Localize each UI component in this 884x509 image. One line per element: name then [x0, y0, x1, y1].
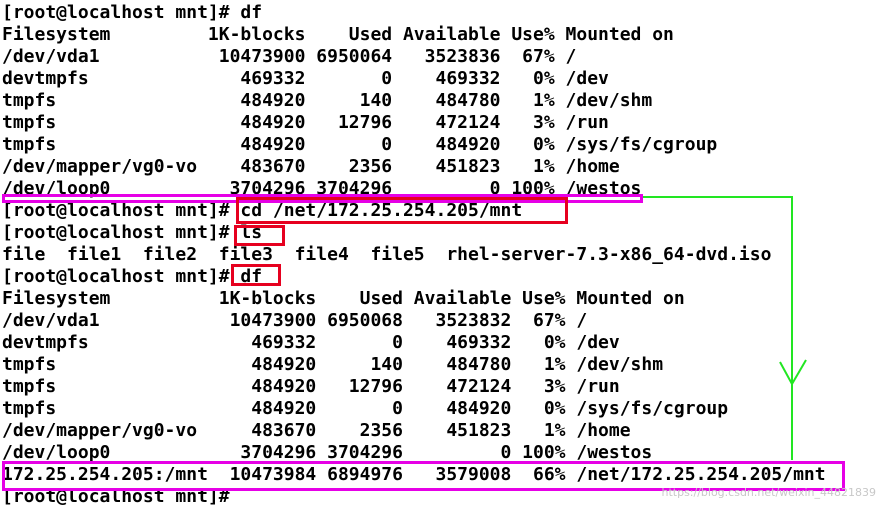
- terminal-line-df-row: /dev/vda1 10473900 6950064 3523836 67% /: [2, 46, 577, 67]
- terminal-line-df-row: tmpfs 484920 140 484780 1% /dev/shm: [2, 90, 653, 111]
- terminal-line-df-row-westos-2: /dev/loop0 3704296 3704296 0 100% /westo…: [2, 442, 653, 463]
- terminal-line-df-row: tmpfs 484920 0 484920 0% /sys/fs/cgroup: [2, 134, 718, 155]
- terminal-line-df-row: tmpfs 484920 12796 472124 3% /run: [2, 376, 620, 397]
- terminal-line-df-row: /dev/mapper/vg0-vo 483670 2356 451823 1%…: [2, 156, 620, 177]
- terminal-line-df-row-westos-1: /dev/loop0 3704296 3704296 0 100% /westo…: [2, 178, 642, 199]
- terminal-line-ls-output: file file1 file2 file3 file4 file5 rhel-…: [2, 244, 772, 265]
- terminal-line-df-row-nfs-mount: 172.25.254.205:/mnt 10473984 6894976 357…: [2, 464, 826, 485]
- watermark-text: https://blog.csdn.net/weixin_44821839: [661, 486, 876, 499]
- terminal-line-df-header-2: Filesystem 1K-blocks Used Available Use%…: [2, 288, 685, 309]
- terminal-line-df-header-1: Filesystem 1K-blocks Used Available Use%…: [2, 24, 674, 45]
- terminal-line-df-row: tmpfs 484920 140 484780 1% /dev/shm: [2, 354, 664, 375]
- terminal-line-df-row: tmpfs 484920 0 484920 0% /sys/fs/cgroup: [2, 398, 729, 419]
- terminal-line-df-row: devtmpfs 469332 0 469332 0% /dev: [2, 68, 609, 89]
- terminal-line-df-row: /dev/vda1 10473900 6950068 3523832 67% /: [2, 310, 588, 331]
- terminal-line-df-row: /dev/mapper/vg0-vo 483670 2356 451823 1%…: [2, 420, 631, 441]
- terminal-window[interactable]: [root@localhost mnt]# df Filesystem 1K-b…: [0, 0, 884, 509]
- terminal-line-prompt-ls: [root@localhost mnt]# ls: [2, 222, 263, 243]
- terminal-line-df-row: tmpfs 484920 12796 472124 3% /run: [2, 112, 609, 133]
- terminal-line-df-row: devtmpfs 469332 0 469332 0% /dev: [2, 332, 620, 353]
- terminal-line-prompt-df-2: [root@localhost mnt]# df: [2, 266, 263, 287]
- terminal-line-prompt-df-1: [root@localhost mnt]# df: [2, 2, 263, 23]
- terminal-line-prompt-cd: [root@localhost mnt]# cd /net/172.25.254…: [2, 200, 523, 221]
- terminal-line-prompt-final: [root@localhost mnt]#: [2, 486, 230, 507]
